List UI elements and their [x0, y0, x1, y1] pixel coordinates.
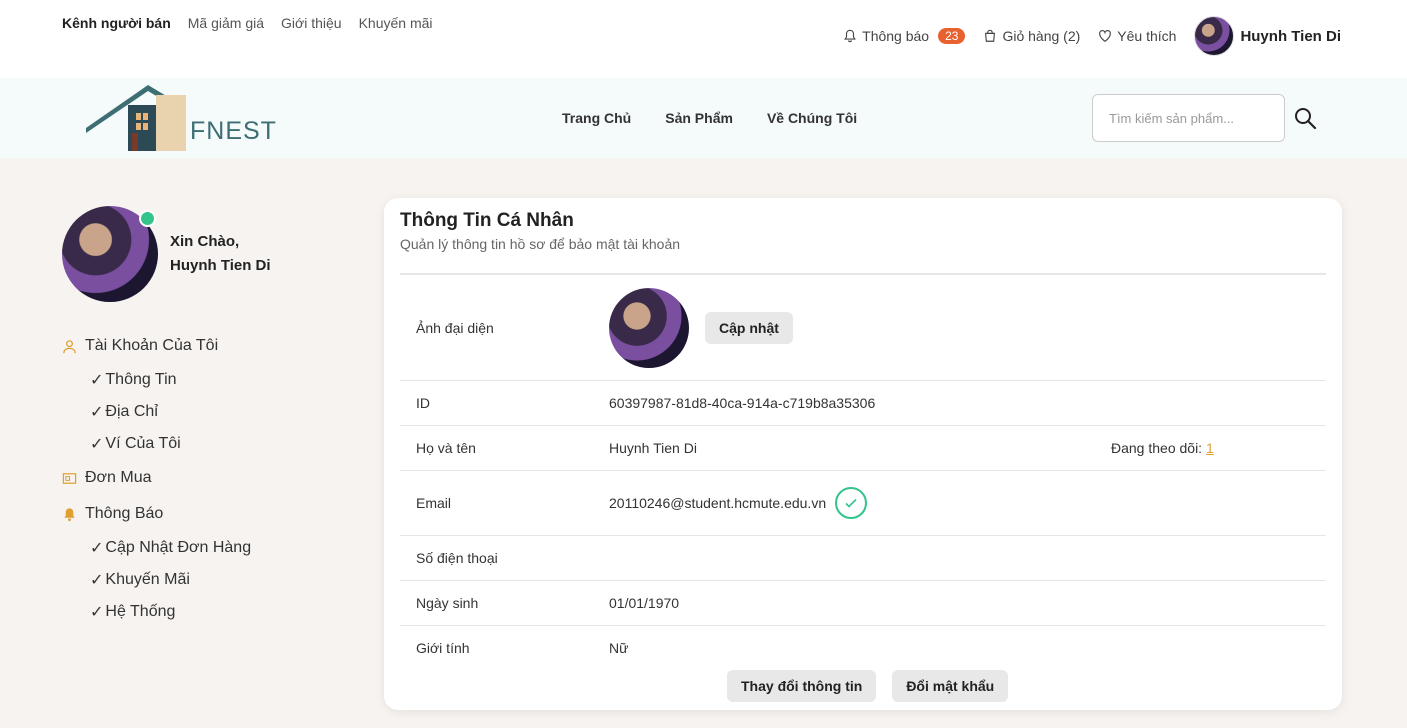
email-label: Email: [416, 495, 452, 511]
following-label: Đang theo dõi:: [1111, 440, 1203, 456]
voucher-link[interactable]: Mã giảm giá: [188, 15, 264, 31]
main-header: FNEST Trang Chủ Sản Phẩm Về Chúng Tôi Tì…: [0, 78, 1407, 158]
sidebar-item-my-account[interactable]: Tài Khoản Của Tôi: [62, 328, 362, 364]
sidebar-item-label: Ví Của Tôi: [105, 435, 181, 452]
bell-icon: [844, 29, 856, 43]
profile-actions: Thay đổi thông tin Đổi mật khẩu: [727, 670, 1009, 702]
name-label: Họ và tên: [416, 440, 476, 456]
brand-logo[interactable]: FNEST: [86, 83, 281, 153]
phone-label: Số điện thoại: [416, 550, 498, 566]
search-icon[interactable]: [1293, 106, 1317, 130]
check-icon: ✓: [90, 604, 104, 621]
sidebar-item-label: Hệ Thống: [105, 603, 176, 620]
cart-label: Giỏ hàng (2): [1002, 28, 1081, 44]
favorites-link[interactable]: Yêu thích: [1098, 28, 1176, 44]
avatar: [62, 206, 158, 302]
id-label: ID: [416, 395, 430, 411]
check-icon: ✓: [90, 436, 104, 453]
check-icon: ✓: [90, 404, 104, 421]
top-bar: Kênh người bán Mã giảm giá Giới thiệu Kh…: [0, 0, 1407, 78]
notifications-label: Thông báo: [862, 28, 930, 44]
top-links: Kênh người bán Mã giảm giá Giới thiệu Kh…: [62, 15, 433, 31]
greeting-name: Huynh Tien Di: [170, 257, 271, 274]
check-icon: ✓: [90, 572, 104, 589]
main-nav: Trang Chủ Sản Phẩm Về Chúng Tôi: [562, 110, 857, 126]
sidebar-item-label: Địa Chỉ: [105, 403, 158, 420]
nav-products[interactable]: Sản Phẩm: [665, 110, 733, 126]
sidebar-item-orders[interactable]: Đơn Mua: [62, 460, 362, 496]
gender-row: Giới tính Nữ: [400, 626, 1326, 666]
edit-info-button[interactable]: Thay đổi thông tin: [727, 670, 877, 702]
sidebar-item-notifications[interactable]: Thông Báo: [62, 496, 362, 532]
notification-count-badge: 23: [938, 28, 966, 44]
check-icon: ✓: [90, 540, 104, 557]
shopping-bag-icon: [985, 29, 996, 42]
top-actions: Thông báo 23 Giỏ hàng (2) Yêu thích Huyn…: [843, 16, 1341, 56]
id-row: ID 60397987-81d8-40ca-914a-c719b8a35306: [400, 381, 1326, 426]
change-password-button[interactable]: Đổi mật khẩu: [892, 670, 1009, 702]
user-name: Huynh Tien Di: [1240, 27, 1341, 45]
avatar-label: Ảnh đại diện: [416, 320, 494, 336]
sidebar-item-label: Khuyến Mãi: [105, 571, 190, 588]
sidebar-item-order-updates[interactable]: ✓ Cập Nhật Đơn Hàng: [62, 532, 362, 564]
bell-icon: [64, 507, 75, 521]
dob-label: Ngày sinh: [416, 595, 479, 611]
profile-summary: Xin Chào, Huynh Tien Di: [62, 206, 362, 302]
svg-text:FNEST: FNEST: [190, 117, 277, 145]
sidebar-menu: Tài Khoản Của Tôi ✓ Thông Tin ✓ Địa Chỉ ✓ V…: [62, 328, 362, 628]
following-count-link[interactable]: 1: [1206, 440, 1214, 456]
sidebar-item-label: Thông Tin: [105, 371, 177, 388]
house-logo-icon: FNEST: [86, 85, 277, 151]
update-avatar-button[interactable]: Cập nhật: [705, 312, 793, 344]
account-sidebar: Xin Chào, Huynh Tien Di Tài Khoản Của Tô…: [62, 206, 362, 628]
following-info: Đang theo dõi: 1: [1111, 440, 1214, 456]
user-menu[interactable]: Huynh Tien Di: [1194, 16, 1341, 56]
user-icon: [63, 339, 76, 353]
notifications-link[interactable]: Thông báo 23: [843, 28, 966, 44]
page-title: Thông Tin Cá Nhân: [400, 210, 574, 231]
nav-about[interactable]: Về Chúng Tôi: [767, 110, 857, 126]
cart-link[interactable]: Giỏ hàng (2): [983, 28, 1080, 44]
sidebar-item-address[interactable]: ✓ Địa Chỉ: [62, 396, 362, 428]
check-icon: ✓: [90, 372, 104, 389]
favorites-label: Yêu thích: [1117, 28, 1177, 44]
sidebar-item-wallet[interactable]: ✓ Ví Của Tôi: [62, 428, 362, 460]
sidebar-item-label: Cập Nhật Đơn Hàng: [105, 539, 252, 556]
nav-home[interactable]: Trang Chủ: [562, 110, 631, 126]
sidebar-item-label: Thông Báo: [85, 505, 164, 522]
seller-channel-link[interactable]: Kênh người bán: [62, 15, 171, 31]
page-subtitle: Quản lý thông tin hồ sơ để bảo mật tài k…: [400, 236, 681, 252]
receipt-icon: [62, 472, 77, 484]
name-row: Họ và tên Huynh Tien Di Đang theo dõi: 1: [400, 426, 1326, 471]
phone-row: Số điện thoại: [400, 536, 1326, 581]
sidebar-item-label: Tài Khoản Của Tôi: [85, 337, 219, 354]
dob-row: Ngày sinh 01/01/1970: [400, 581, 1326, 626]
search-input[interactable]: Tìm kiếm sản phẩm...: [1092, 94, 1285, 142]
avatar-row: Ảnh đại diện Cập nhật: [400, 275, 1326, 381]
profile-card: Thông Tin Cá Nhân Quản lý thông tin hồ s…: [384, 198, 1342, 710]
name-value: Huynh Tien Di: [609, 440, 697, 456]
promotion-link[interactable]: Khuyến mãi: [359, 15, 433, 31]
sidebar-item-info[interactable]: ✓ Thông Tin: [62, 364, 362, 396]
greeting: Xin Chào, Huynh Tien Di: [170, 230, 271, 278]
email-value: 20110246@student.hcmute.edu.vn: [609, 495, 827, 511]
gender-value: Nữ: [609, 640, 629, 656]
dob-value: 01/01/1970: [609, 595, 680, 611]
about-link[interactable]: Giới thiệu: [281, 15, 342, 31]
avatar: [609, 288, 689, 368]
avatar: [1194, 16, 1235, 56]
gender-label: Giới tính: [416, 640, 470, 656]
email-row: Email 20110246@student.hcmute.edu.vn: [400, 471, 1326, 536]
heart-icon: [1099, 29, 1112, 42]
sidebar-item-label: Đơn Mua: [85, 469, 152, 486]
online-status-dot: [139, 210, 156, 227]
verified-check-icon: [835, 487, 867, 519]
sidebar-item-promotions[interactable]: ✓ Khuyến Mãi: [62, 564, 362, 596]
sidebar-item-system[interactable]: ✓ Hệ Thống: [62, 596, 362, 628]
id-value: 60397987-81d8-40ca-914a-c719b8a35306: [609, 395, 876, 411]
greeting-text: Xin Chào,: [170, 233, 240, 250]
